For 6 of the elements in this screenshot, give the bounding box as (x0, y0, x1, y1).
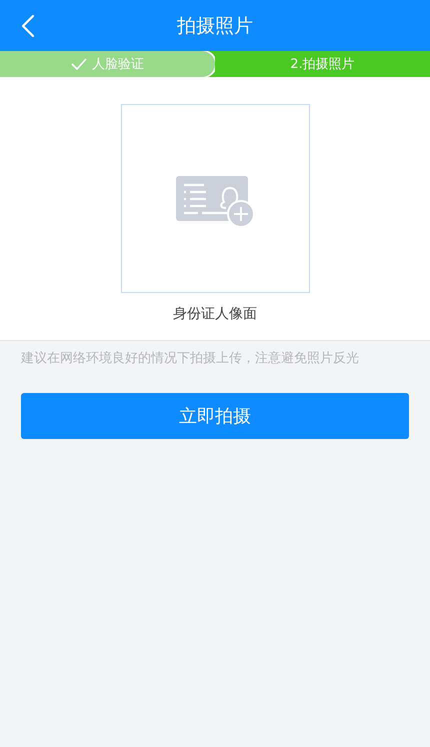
hint-text: 建议在网络环境良好的情况下拍摄上传，注意避免照片反光 (21, 350, 360, 368)
shoot-button[interactable]: 立即拍摄 (21, 393, 409, 439)
check-icon (71, 58, 87, 70)
id-card-add-icon (176, 176, 256, 228)
page-title: 拍摄照片 (177, 14, 253, 38)
upload-caption: 身份证人像面 (173, 305, 257, 323)
